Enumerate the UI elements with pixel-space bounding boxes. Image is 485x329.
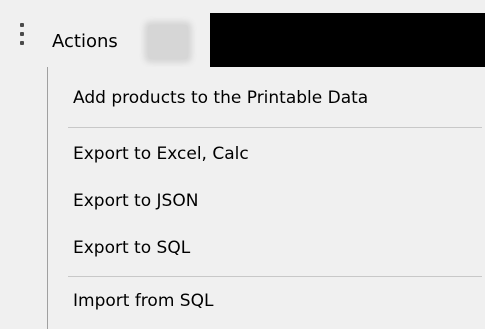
blurred-toolbar-icon: [148, 25, 188, 59]
menu-item-label: Export to SQL: [73, 238, 191, 258]
menu-item-label: Import from SQL: [73, 291, 214, 311]
actions-menu-label: Actions: [52, 31, 118, 52]
menu-item-label: Export to JSON: [73, 191, 199, 211]
menu-separator: [68, 276, 482, 277]
toolbar-black-region: [210, 13, 485, 67]
menu-item-label: Export to Excel, Calc: [73, 144, 249, 164]
menu-separator: [68, 127, 482, 128]
actions-dropdown-menu: Add products to the Printable Data Expor…: [47, 67, 485, 329]
menu-item-export-excel-calc[interactable]: Export to Excel, Calc: [48, 134, 485, 174]
toolbar-grip-icon[interactable]: [20, 23, 24, 45]
menu-item-import-sql[interactable]: Import from SQL: [48, 281, 485, 321]
menu-item-export-sql[interactable]: Export to SQL: [48, 228, 485, 268]
menu-item-label: Add products to the Printable Data: [73, 88, 369, 108]
toolbar: Actions: [0, 0, 485, 67]
menu-item-export-json[interactable]: Export to JSON: [48, 181, 485, 221]
menu-item-add-products-printable-data[interactable]: Add products to the Printable Data: [48, 78, 485, 118]
